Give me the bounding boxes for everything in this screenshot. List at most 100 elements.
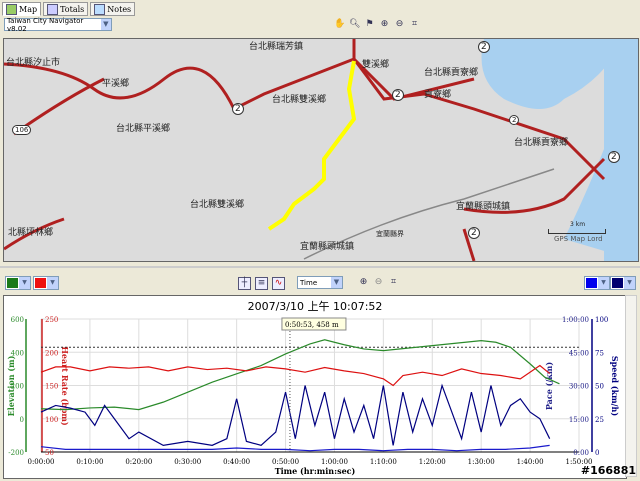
tab-notes[interactable]: Notes — [90, 2, 136, 16]
chart-toolbar: ┼ ≡ ∿ — [238, 277, 285, 290]
zoom-fit-icon[interactable]: ⌗ — [388, 277, 399, 288]
heart_rate-tick-label: 100 — [45, 416, 58, 424]
x-tick-label: 1:00:00 — [321, 458, 348, 466]
tab-label: Map — [19, 4, 38, 14]
map-source-select[interactable]: Taiwan City Navigator v8.02 ▼ — [4, 16, 112, 33]
elevation-color-picker[interactable]: ▼ — [5, 276, 31, 290]
heart_rate-tick-label: 200 — [45, 349, 58, 357]
speed-tick-label: 0 — [595, 449, 599, 457]
map-label: 雙溪鄉 — [362, 60, 390, 70]
map-label: 台北縣雙溪鄉 — [272, 95, 327, 105]
chevron-down-icon: ▼ — [331, 277, 342, 288]
elevation-tick-label: 0 — [20, 416, 24, 424]
speed-tick-label: 100 — [595, 316, 608, 324]
map-view[interactable]: 台北縣瑞芳鎮 雙溪鄉 台北縣汐止市 平溪鄉 台北縣雙溪鄉 台北縣貢寮鄉 貢寮鄉 … — [3, 38, 639, 262]
chart-title: 2007/3/10 上午 10:07:52 — [248, 300, 383, 313]
road-shield: 2 — [232, 103, 244, 115]
road-shield: 2 — [468, 227, 480, 239]
zoom-out-icon[interactable]: ⊖ — [373, 277, 384, 288]
horizontal-lines-icon[interactable]: ≡ — [255, 277, 268, 290]
road-shield: 2 — [392, 89, 404, 101]
scale-bar — [548, 229, 606, 234]
x-tick-label: 0:50:00 — [272, 458, 299, 466]
map-label: 台北縣瑞芳鎮 — [249, 42, 304, 52]
road-shield: 2 — [608, 151, 620, 163]
hand-pan-icon[interactable]: ✋ — [334, 19, 345, 30]
heart_rate-tick-label: 150 — [45, 383, 58, 391]
map-label: 宜蘭縣頭城鎮 — [300, 242, 355, 252]
map-label: 平溪鄉 — [102, 79, 130, 89]
chart-scrollbar[interactable] — [625, 295, 637, 477]
map-toolbar: ✋ 🔍︎ ⚑ ⊕ ⊖ ⌗ — [334, 19, 420, 30]
x-tick-label: 0:20:00 — [125, 458, 152, 466]
x-tick-label: 0:10:00 — [76, 458, 103, 466]
speed-axis-title: Speed (km/h) — [610, 356, 620, 416]
chart-zoom-toolbar: ⊕ ⊖ ⌗ — [358, 277, 399, 288]
cursor-mode-icon[interactable]: ┼ — [238, 277, 251, 290]
series-pace — [40, 444, 550, 452]
wave-icon[interactable]: ∿ — [272, 277, 285, 290]
elevation-tick-label: -200 — [8, 449, 24, 457]
pace-tick-label: 15:00 — [569, 416, 589, 424]
watermark: #166881 — [580, 464, 636, 477]
cursor-tooltip-text: 0:50:53, 458 m — [285, 321, 339, 329]
x-axis-title: Time (hr:min:sec) — [275, 466, 356, 476]
map-source-value: Taiwan City Navigator v8.02 — [7, 16, 84, 33]
x-tick-label: 1:30:00 — [468, 458, 495, 466]
pace-tick-label: 30:00 — [569, 383, 589, 391]
sea-east — [604, 39, 638, 261]
speed-tick-label: 50 — [595, 383, 604, 391]
heart_rate-tick-label: 250 — [45, 316, 58, 324]
pace-tick-label: 1:00:00 — [562, 316, 589, 324]
map-canvas — [4, 39, 638, 261]
x-tick-label: 1:10:00 — [370, 458, 397, 466]
heart_rate-axis-title: Heart Rate (bpm) — [60, 346, 70, 426]
scale-label: 3 km — [570, 221, 586, 228]
chevron-down-icon: ▼ — [100, 19, 111, 30]
speed-tick-label: 25 — [595, 416, 604, 424]
road-shield: 106 — [12, 125, 32, 135]
x-axis-value: Time — [300, 278, 318, 287]
pace-color-picker[interactable]: ▼ — [610, 276, 636, 290]
map-label: 台北縣汐止市 — [6, 58, 61, 68]
zoom-icon[interactable]: 🔍︎ — [349, 19, 360, 30]
tab-totals[interactable]: Totals — [43, 2, 89, 16]
x-tick-label: 1:40:00 — [517, 458, 544, 466]
series-speed — [40, 383, 551, 447]
x-tick-label: 1:20:00 — [419, 458, 446, 466]
x-tick-label: 0:40:00 — [223, 458, 250, 466]
elevation-tick-label: 600 — [11, 316, 24, 324]
speed-color-picker[interactable]: ▼ — [584, 276, 610, 290]
map-label: 台北縣貢寮鄉 — [514, 138, 569, 148]
x-axis-select[interactable]: Time ▼ — [297, 276, 343, 289]
x-tick-label: 0:30:00 — [174, 458, 201, 466]
zoom-in-icon[interactable]: ⊕ — [358, 277, 369, 288]
map-label: 北縣坪林鄉 — [8, 228, 54, 238]
tab-map[interactable]: Map — [2, 2, 42, 16]
zoom-in-icon[interactable]: ⊕ — [379, 19, 390, 30]
zoom-out-icon[interactable]: ⊖ — [394, 19, 405, 30]
splitter[interactable] — [0, 266, 640, 268]
map-label: 貢寮鄉 — [424, 90, 452, 100]
chart-svg: 2007/3/10 上午 10:07:52 0:00:00 0:10:00 0:20:… — [6, 300, 620, 476]
map-icon — [6, 3, 17, 15]
zoom-fit-icon[interactable]: ⌗ — [409, 19, 420, 30]
flag-icon[interactable]: ⚑ — [364, 19, 375, 30]
heart_rate-tick-label: 50 — [45, 449, 54, 457]
series-heart-rate — [40, 364, 551, 387]
heart-rate-color-picker[interactable]: ▼ — [33, 276, 59, 290]
map-label: 台北縣平溪鄉 — [116, 124, 171, 134]
chart-panel[interactable]: 2007/3/10 上午 10:07:52 0:00:00 0:10:00 0:20:… — [3, 295, 627, 479]
map-label: 宜蘭縣界 — [376, 230, 404, 238]
notes-icon — [94, 3, 106, 15]
map-label: 台北縣貢寮鄉 — [424, 68, 479, 78]
tab-label: Notes — [107, 4, 132, 14]
road-shield: 2 — [478, 41, 490, 53]
pace-axis-title: Pace (/km) — [544, 362, 554, 410]
elevation-axis-title: Elevation (m) — [6, 355, 16, 416]
map-credit: GPS Map Lord — [554, 235, 603, 243]
pace-tick-label: 45:00 — [569, 349, 589, 357]
tab-label: Totals — [60, 4, 85, 14]
tab-bar: Map Totals Notes — [2, 2, 136, 16]
speed-tick-label: 75 — [595, 349, 604, 357]
